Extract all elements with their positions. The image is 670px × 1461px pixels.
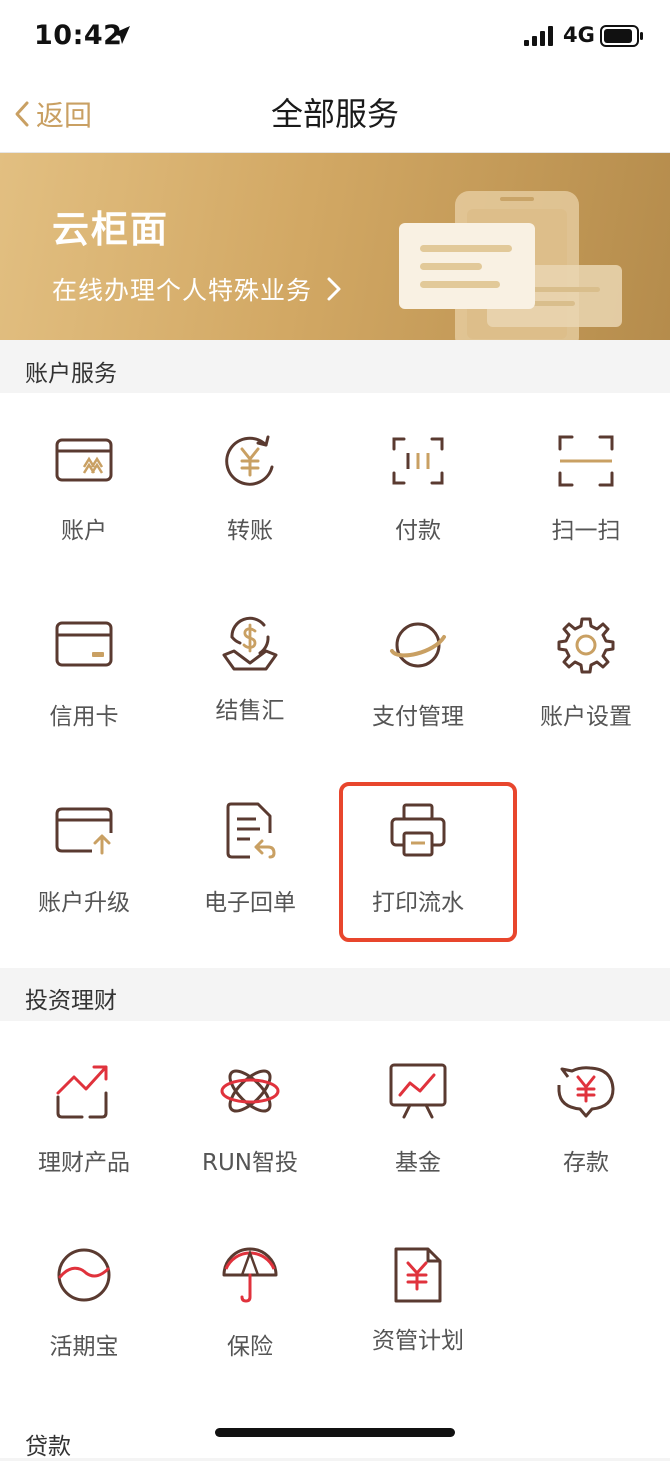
service-fx[interactable]: 结售汇: [166, 615, 334, 725]
page-title: 全部服务: [270, 95, 399, 133]
scan-icon: [558, 435, 614, 487]
atom-icon: [220, 1069, 280, 1113]
trend-up-icon: [56, 1065, 108, 1119]
section-title: 投资理财: [25, 988, 117, 1014]
asset-plan-icon: [394, 1247, 442, 1303]
service-wealth-products[interactable]: 理财产品: [0, 1061, 168, 1176]
network-type: 4G: [563, 23, 595, 47]
pay-code-icon: [392, 437, 444, 485]
section-header-investment: 投资理财: [0, 968, 670, 1020]
service-run-robo[interactable]: RUN智投: [166, 1061, 334, 1176]
service-deposit[interactable]: 存款: [502, 1061, 670, 1176]
umbrella-icon: [222, 1247, 278, 1303]
transfer-yuan-icon: [225, 435, 274, 486]
service-fund[interactable]: 基金: [334, 1061, 502, 1176]
piggy-yuan-icon: [557, 1066, 615, 1118]
service-insurance[interactable]: 保险: [166, 1245, 334, 1360]
banner-subtitle-row: 在线办理个人特殊业务: [52, 271, 346, 307]
service-payment-manage[interactable]: 支付管理: [334, 615, 502, 730]
banner-subtitle: 在线办理个人特殊业务: [52, 276, 313, 305]
service-e-receipt[interactable]: 电子回单: [166, 801, 334, 916]
service-pay[interactable]: 付款: [334, 431, 502, 544]
banner-illustration-icon: [399, 191, 622, 340]
service-current-deposit[interactable]: 活期宝: [0, 1245, 168, 1360]
back-button[interactable]: 返回: [10, 76, 92, 152]
fx-exchange-icon: [222, 616, 278, 671]
battery-icon: [600, 25, 643, 47]
credit-card-icon: [55, 621, 113, 667]
section-title: 账户服务: [25, 361, 117, 387]
account-upgrade-icon: [55, 807, 113, 855]
back-label: 返回: [36, 99, 93, 132]
home-indicator[interactable]: [215, 1428, 455, 1437]
banner-title: 云柜面: [52, 208, 169, 251]
chevron-left-icon: [15, 101, 29, 127]
section-title: 贷款: [25, 1434, 71, 1460]
highlight-box: [339, 782, 517, 942]
payment-planet-icon: [390, 622, 446, 668]
service-credit-card[interactable]: 信用卡: [0, 615, 168, 730]
nav-bar: 全部服务 返回: [0, 76, 670, 153]
service-asset-management[interactable]: 资管计划: [334, 1245, 502, 1355]
signal-bars-icon: [524, 26, 553, 46]
chevron-right-icon: [327, 277, 341, 301]
service-account[interactable]: 账户: [0, 431, 168, 544]
service-account-upgrade[interactable]: 账户升级: [0, 801, 168, 916]
section-header-account: 账户服务: [0, 341, 670, 393]
service-transfer[interactable]: 转账: [166, 431, 334, 544]
location-arrow-icon: [112, 26, 130, 44]
wave-circle-icon: [57, 1248, 111, 1302]
service-scan[interactable]: 扫一扫: [502, 431, 670, 544]
service-account-settings[interactable]: 账户设置: [502, 615, 670, 730]
account-card-icon: [55, 438, 113, 482]
e-receipt-icon: [226, 802, 276, 859]
fund-board-icon: [389, 1063, 447, 1119]
account-services-grid: 账户 转账 付款 扫一扫 信用卡 结售汇 支付管理 账户设置 账户升级 电子回单…: [0, 393, 670, 968]
cloud-counter-banner[interactable]: 云柜面 在线办理个人特殊业务: [0, 153, 670, 340]
investment-grid: 理财产品 RUN智投 基金 存款 活期宝 保险 资管计划: [0, 1021, 670, 1411]
gear-icon: [557, 617, 615, 674]
status-bar: 10:42 4G: [0, 0, 670, 76]
